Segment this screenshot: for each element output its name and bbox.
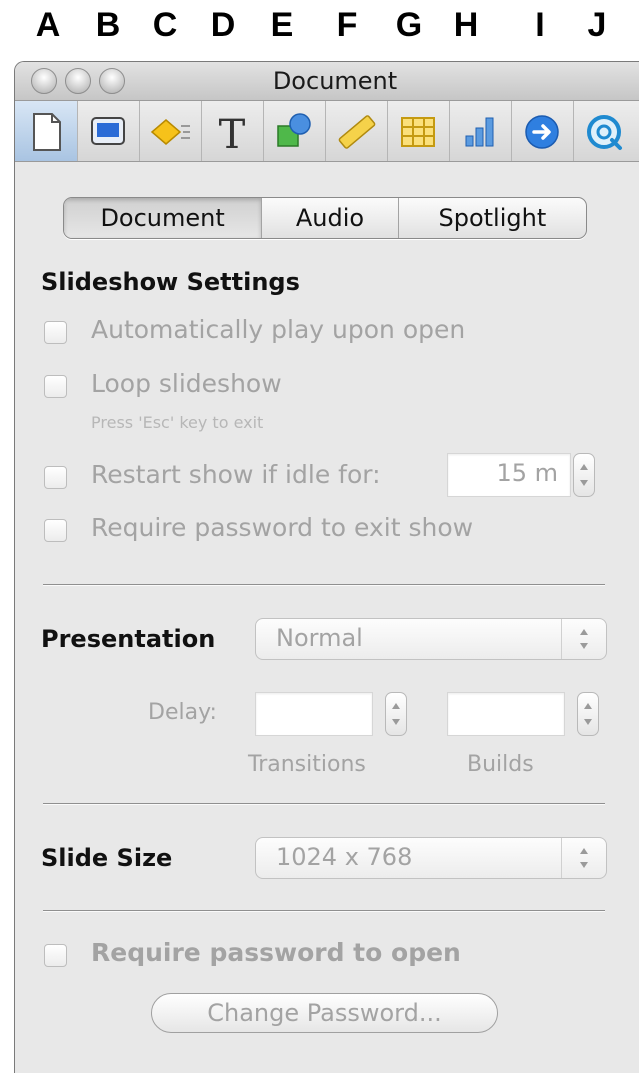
inspector-toolbar: T: [15, 101, 639, 162]
presentation-value: Normal: [276, 624, 363, 652]
column-letter: F: [336, 6, 358, 44]
column-letter: C: [152, 6, 178, 44]
loop-checkbox[interactable]: [44, 375, 67, 398]
inspector-window: Document T Document Audio Spotlight Slid…: [14, 61, 639, 1073]
table-inspector-button[interactable]: [387, 101, 450, 161]
popup-arrows-icon: [561, 838, 606, 878]
require-exit-password-checkbox[interactable]: [44, 519, 67, 542]
build-inspector-icon: [150, 119, 190, 145]
window-title: Document: [272, 67, 398, 95]
graphic-inspector-button[interactable]: [263, 101, 326, 161]
popup-arrows-icon: [561, 619, 606, 659]
chart-inspector-icon: [465, 117, 494, 147]
column-letter: D: [210, 6, 236, 44]
autoplay-checkbox[interactable]: [44, 321, 67, 344]
builds-delay-stepper[interactable]: [577, 692, 599, 736]
slide-inspector-button[interactable]: [77, 101, 140, 161]
builds-delay-field[interactable]: [447, 692, 565, 736]
idle-time-value: 15 m: [496, 459, 558, 487]
text-inspector-button[interactable]: T: [201, 101, 264, 161]
graphic-inspector-icon: [277, 113, 311, 147]
restart-idle-checkbox[interactable]: [44, 466, 67, 489]
builds-label: Builds: [467, 752, 534, 777]
slide-size-popup[interactable]: 1024 x 768: [255, 837, 607, 879]
tab-audio[interactable]: Audio: [262, 198, 399, 238]
document-inspector-button[interactable]: [15, 101, 78, 161]
delay-label: Delay:: [148, 700, 217, 725]
document-inspector-pane: Document Audio Spotlight Slideshow Setti…: [15, 162, 639, 1073]
idle-time-stepper[interactable]: [573, 453, 595, 497]
change-password-button[interactable]: Change Password...: [151, 993, 498, 1033]
loop-label: Loop slideshow: [91, 369, 282, 398]
slide-size-value: 1024 x 768: [276, 843, 413, 871]
table-inspector-icon: [401, 117, 435, 147]
presentation-label: Presentation: [41, 625, 216, 653]
autoplay-label: Automatically play upon open: [91, 315, 466, 344]
chart-inspector-button[interactable]: [449, 101, 512, 161]
transitions-label: Transitions: [248, 752, 366, 777]
column-letter: I: [535, 6, 545, 44]
hyperlink-inspector-button[interactable]: [511, 101, 574, 161]
inspector-tabs: Document Audio Spotlight: [63, 197, 587, 239]
restart-idle-label: Restart show if idle for:: [91, 460, 381, 489]
idle-time-field[interactable]: 15 m: [447, 453, 571, 497]
divider: [43, 584, 605, 586]
slide-size-label: Slide Size: [41, 844, 173, 872]
column-letters: A B C D E F G H I J: [0, 0, 639, 50]
slideshow-settings-heading: Slideshow Settings: [41, 268, 300, 296]
column-letter: A: [35, 6, 61, 44]
require-open-password-label: Require password to open: [91, 938, 461, 967]
require-exit-password-label: Require password to exit show: [91, 513, 474, 542]
column-letter: H: [453, 6, 479, 44]
column-letter: J: [587, 6, 607, 44]
quicktime-inspector-button[interactable]: [573, 101, 635, 161]
transitions-delay-field[interactable]: [255, 692, 373, 736]
hyperlink-inspector-icon: [525, 115, 559, 149]
tab-spotlight[interactable]: Spotlight: [399, 198, 586, 238]
metrics-inspector-icon: [338, 115, 376, 149]
column-letter: B: [95, 6, 121, 44]
document-inspector-icon: [33, 113, 61, 151]
presentation-popup[interactable]: Normal: [255, 618, 607, 660]
transitions-delay-stepper[interactable]: [385, 692, 407, 736]
slide-inspector-icon: [91, 117, 125, 145]
svg-text:T: T: [219, 112, 246, 154]
metrics-inspector-button[interactable]: [325, 101, 388, 161]
column-letter: G: [395, 6, 423, 44]
column-letter: E: [270, 6, 294, 44]
divider: [43, 910, 605, 912]
require-open-password-checkbox[interactable]: [44, 944, 67, 967]
loop-hint: Press 'Esc' key to exit: [91, 413, 264, 432]
build-inspector-button[interactable]: [139, 101, 202, 161]
divider: [43, 803, 605, 805]
text-inspector-icon: T: [219, 112, 246, 154]
quicktime-inspector-icon: [587, 115, 622, 150]
title-bar[interactable]: Document: [15, 62, 639, 101]
tab-document[interactable]: Document: [64, 198, 263, 238]
